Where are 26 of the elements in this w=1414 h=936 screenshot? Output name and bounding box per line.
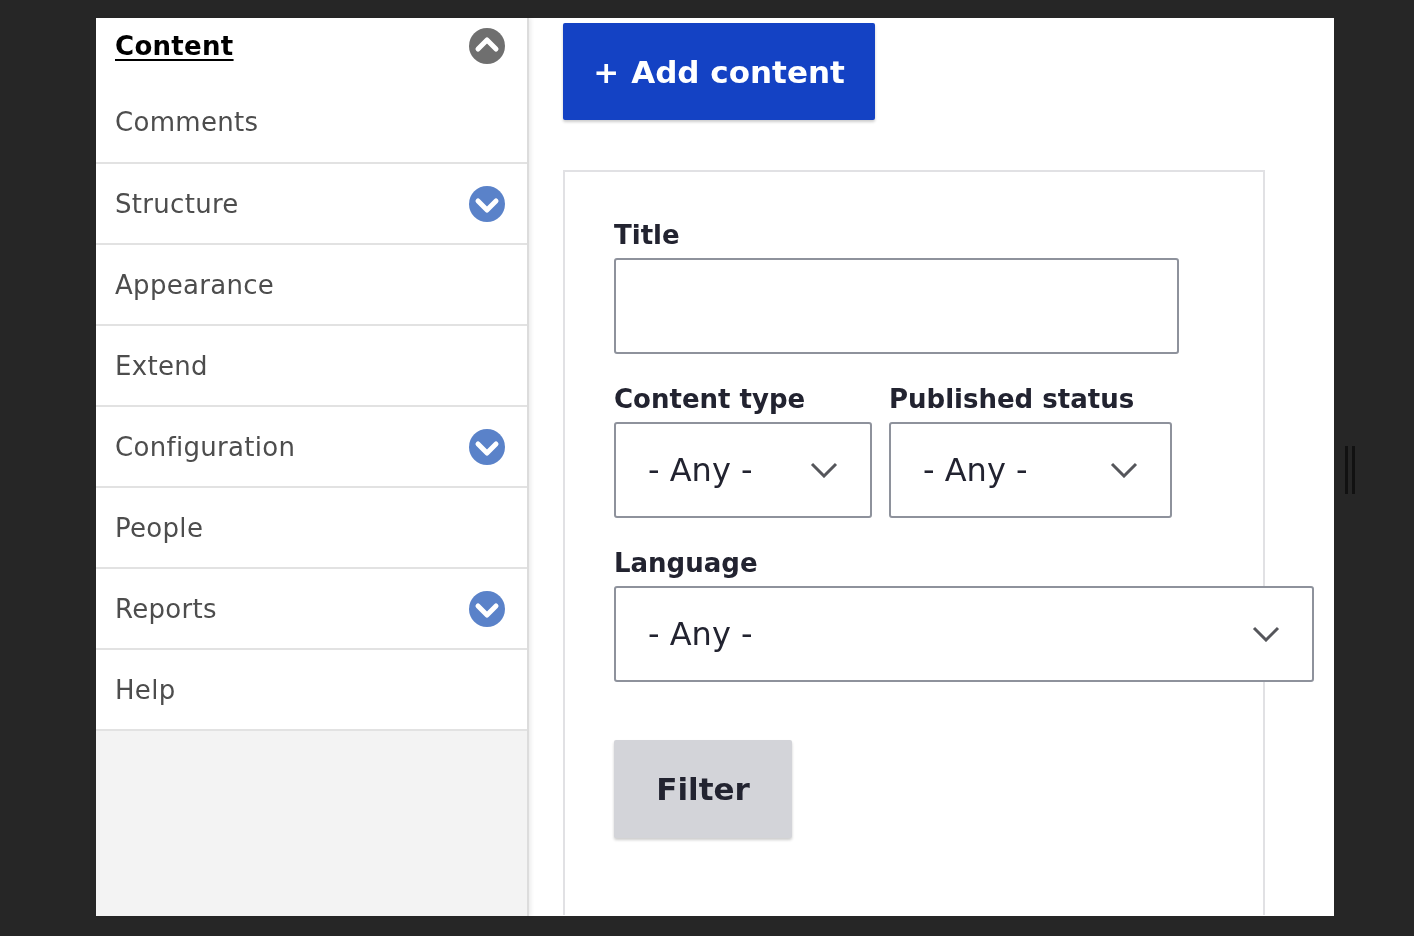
filter-button[interactable]: Filter	[614, 740, 792, 838]
field-label: Published status	[889, 384, 1136, 414]
nav-link[interactable]: Structure	[115, 188, 239, 219]
expand-icon[interactable]	[469, 428, 505, 465]
add-content-button[interactable]: + Add content	[563, 23, 875, 120]
nav-link[interactable]: Extend	[115, 350, 208, 381]
nav-link[interactable]: Appearance	[115, 269, 275, 300]
input-field[interactable]	[614, 258, 1179, 354]
expand-icon[interactable]	[469, 590, 505, 627]
nav-link[interactable]: Configuration	[115, 431, 296, 462]
field-label: Language	[614, 548, 759, 578]
nav-link[interactable]: Reports	[115, 593, 217, 624]
nav-link[interactable]: Content	[115, 31, 234, 61]
field-label: Title	[614, 220, 681, 250]
collapse-icon[interactable]	[469, 28, 505, 64]
expand-icon[interactable]	[469, 185, 505, 222]
chevron-down-icon	[1252, 626, 1280, 642]
nav-link[interactable]: Help	[115, 674, 176, 705]
select-field[interactable]: - Any -	[614, 422, 872, 518]
select-field[interactable]: - Any -	[889, 422, 1172, 518]
nav-link[interactable]: People	[115, 512, 204, 543]
nav-link[interactable]: Comments	[115, 107, 259, 137]
select-field[interactable]: - Any -	[614, 586, 1314, 682]
chevron-down-icon	[1110, 462, 1138, 478]
chevron-down-icon	[810, 462, 838, 478]
field-label: Content type	[614, 384, 807, 414]
